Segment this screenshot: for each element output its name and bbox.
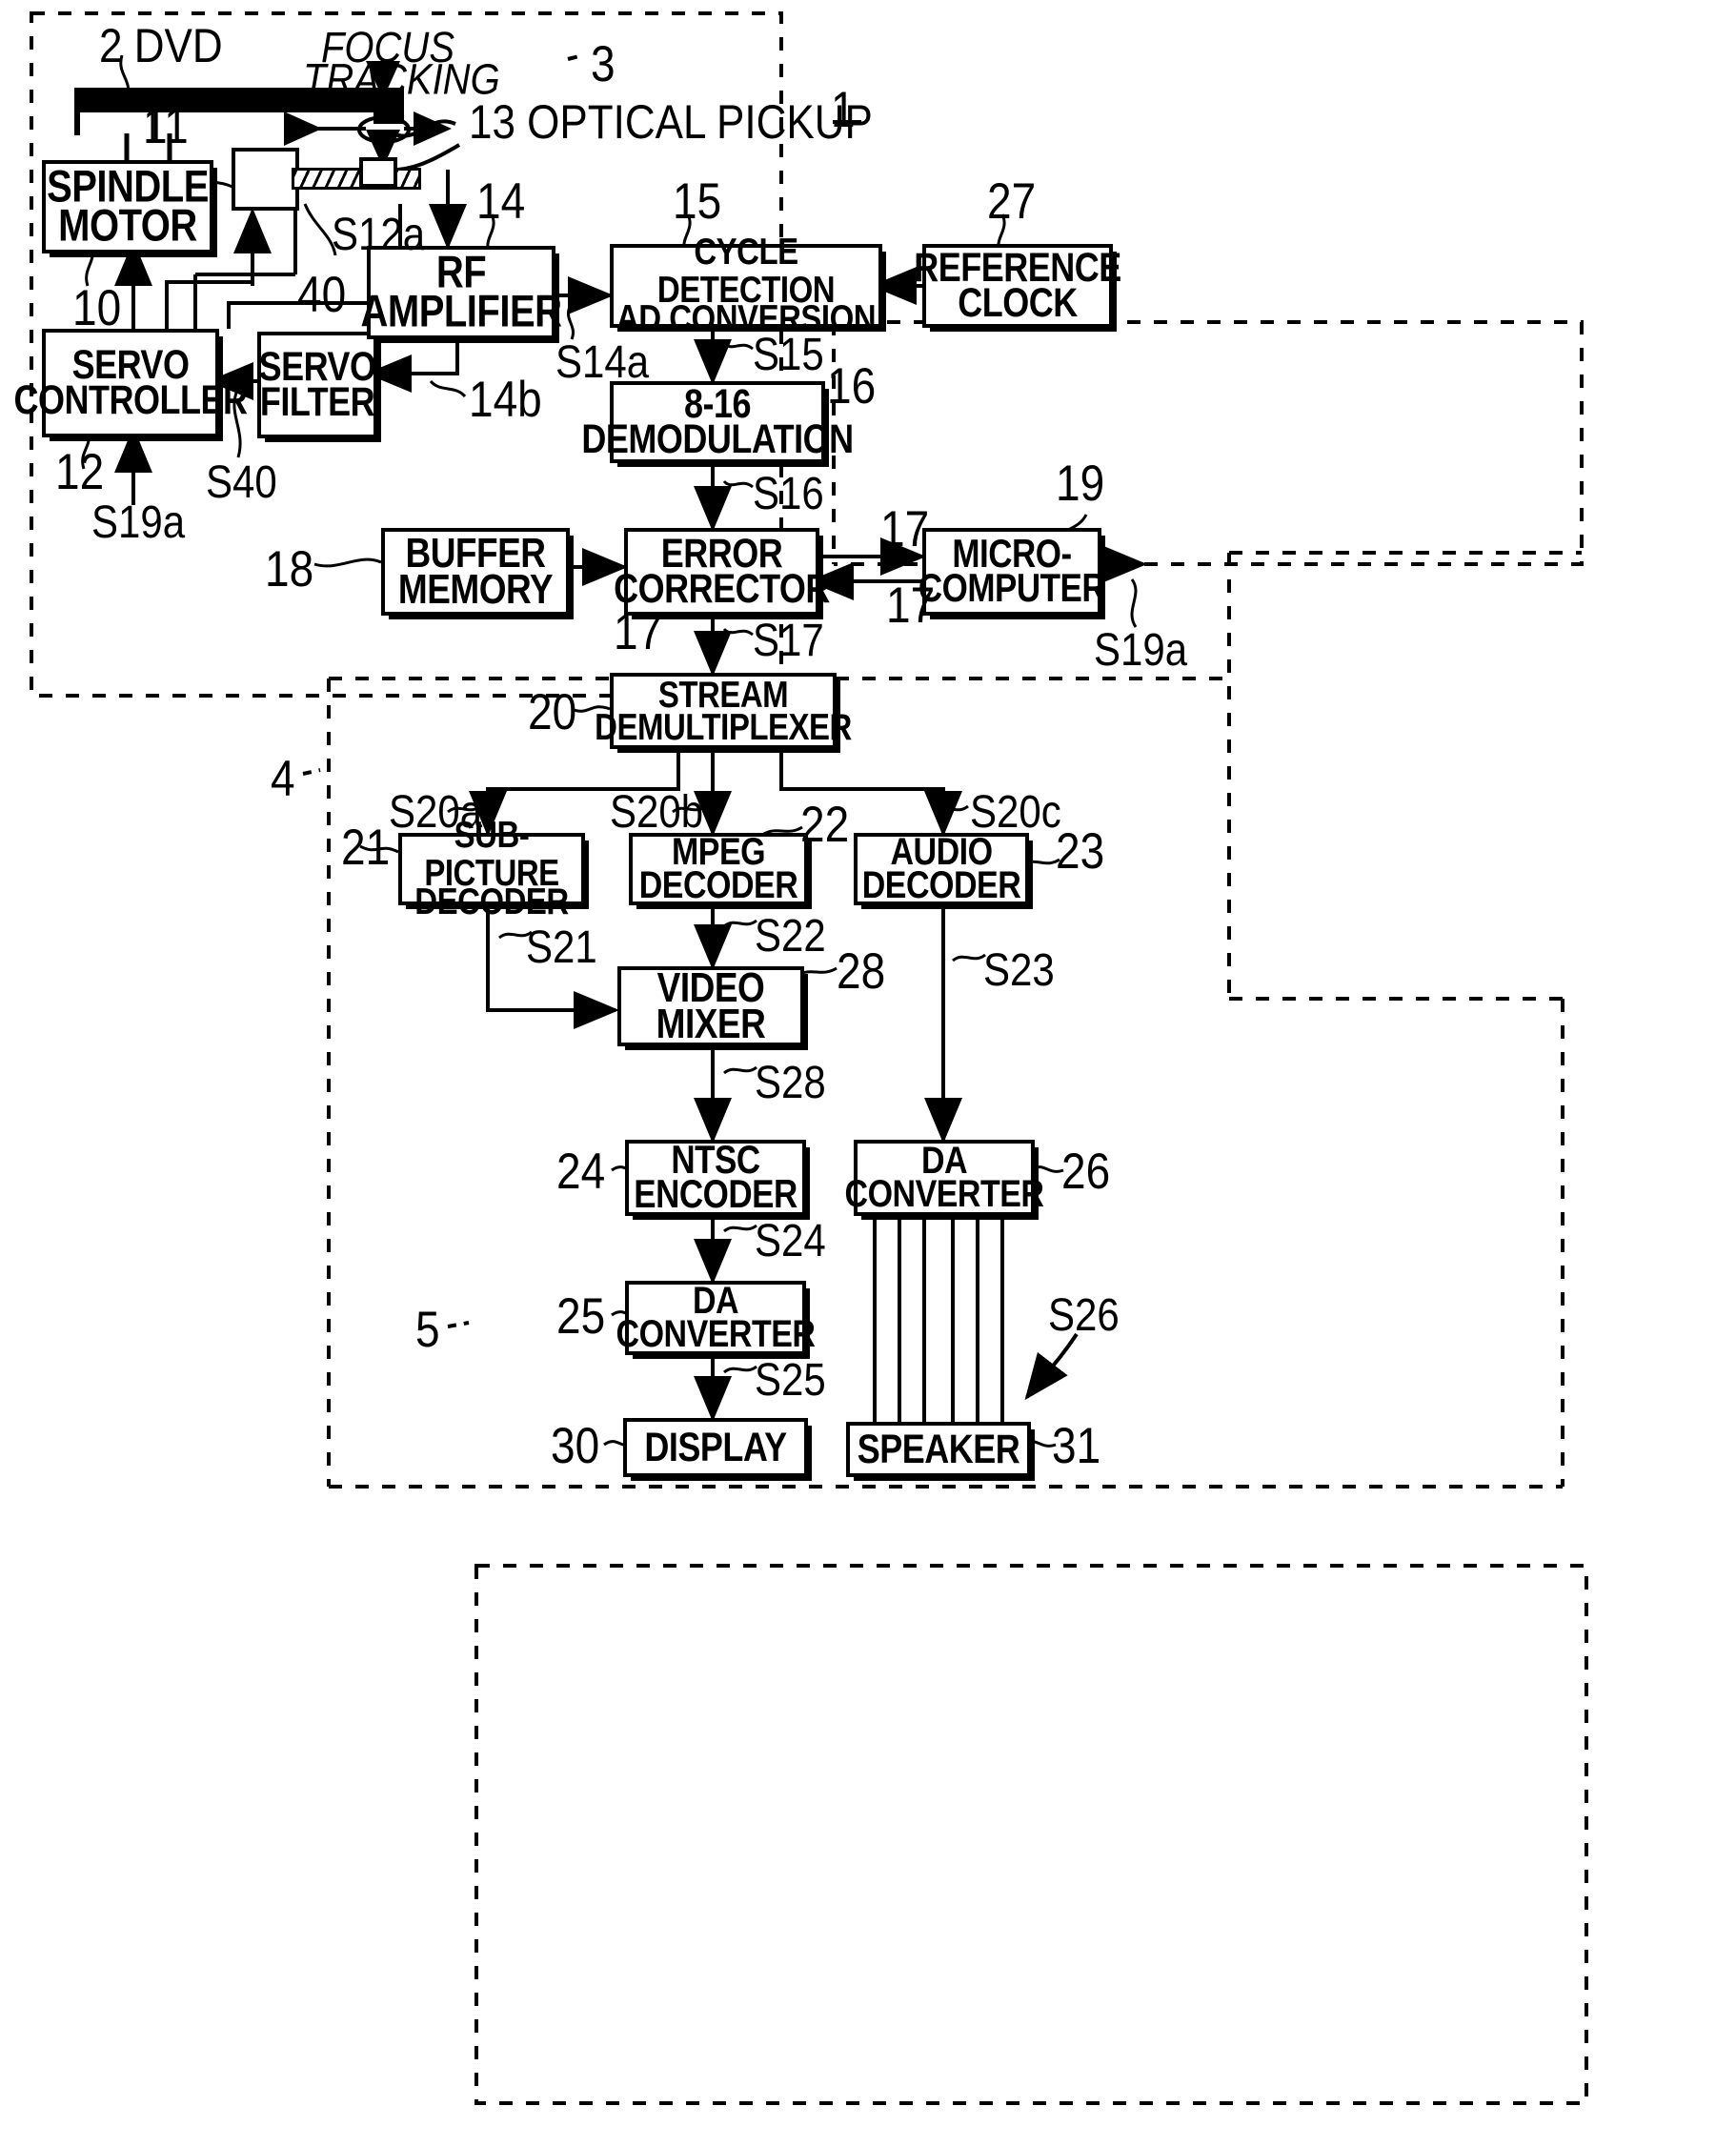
signal-s28: S28 bbox=[755, 1056, 826, 1108]
da25-line2: CONVERTER bbox=[616, 1312, 816, 1356]
block-spindle-motor[interactable]: SPINDLE MOTOR bbox=[42, 160, 213, 253]
video-mixer-line2: MIXER bbox=[656, 1001, 766, 1047]
signal-s19a-right: S19a bbox=[1094, 623, 1188, 676]
ref-11: 11 bbox=[143, 97, 189, 154]
block-sub-picture-decoder[interactable]: SUB-PICTURE DECODER bbox=[398, 815, 585, 920]
display-label: DISPLAY bbox=[644, 1423, 787, 1470]
speaker-label: SPEAKER bbox=[857, 1425, 1020, 1472]
spindle-motor-line2: MOTOR bbox=[58, 200, 197, 251]
cycle-detection-line2: AD CONVERSION bbox=[616, 296, 877, 339]
signal-s20c: S20c bbox=[970, 785, 1061, 838]
signal-s20a: S20a bbox=[389, 785, 483, 838]
ref-40: 40 bbox=[297, 266, 347, 323]
signal-s21: S21 bbox=[526, 921, 597, 973]
signal-s24: S24 bbox=[755, 1214, 826, 1266]
ref-24: 24 bbox=[556, 1143, 606, 1200]
block-display[interactable]: DISPLAY bbox=[623, 1418, 808, 1477]
sled-motor-box bbox=[232, 148, 299, 211]
ref-31: 31 bbox=[1052, 1417, 1101, 1474]
pickup-lens-icon bbox=[357, 115, 411, 144]
ref-3: 3 bbox=[591, 35, 616, 92]
block-servo-controller[interactable]: SERVO CONTROLLER bbox=[14, 329, 248, 437]
ref-5: 5 bbox=[415, 1301, 440, 1358]
ref-15: 15 bbox=[673, 172, 722, 230]
ref-19: 19 bbox=[1056, 455, 1105, 512]
da26-line2: CONVERTER bbox=[844, 1172, 1044, 1216]
reference-clock-line2: CLOCK bbox=[958, 279, 1078, 326]
block-video-mixer[interactable]: VIDEO MIXER bbox=[617, 966, 804, 1046]
servo-filter-line2: FILTER bbox=[259, 378, 375, 425]
signal-s40: S40 bbox=[206, 456, 277, 508]
signal-s14a: S14a bbox=[555, 335, 650, 388]
ref-20: 20 bbox=[528, 683, 577, 740]
block-speaker[interactable]: SPEAKER bbox=[846, 1422, 1031, 1477]
block-reference-clock[interactable]: REFERENCE CLOCK bbox=[914, 244, 1121, 328]
disc-left-edge bbox=[74, 88, 80, 135]
block-cycle-detection-ad-conversion[interactable]: CYCLE DETECTION AD CONVERSION bbox=[610, 232, 882, 336]
signal-s26: S26 bbox=[1048, 1288, 1120, 1341]
guide-rail bbox=[292, 168, 421, 190]
signal-s12a: S12a bbox=[332, 208, 426, 260]
ref-18: 18 bbox=[265, 540, 314, 598]
ref-10: 10 bbox=[72, 279, 122, 336]
ntsc-line2: ENCODER bbox=[634, 1172, 797, 1217]
audio-line2: DECODER bbox=[861, 863, 1021, 907]
microcomputer-line2: COMPUTER bbox=[918, 566, 1106, 611]
ref-17-bottom: 17 bbox=[886, 577, 936, 634]
signal-s16: S16 bbox=[753, 467, 824, 519]
mpeg-line2: DECODER bbox=[638, 863, 798, 907]
ref-12: 12 bbox=[55, 443, 105, 500]
ref-23: 23 bbox=[1056, 822, 1105, 880]
signal-s25: S25 bbox=[755, 1353, 826, 1406]
ref-1: 1 bbox=[831, 81, 856, 138]
patent-figure: SPINDLE MOTOR SERVO CONTROLLER SERVO FIL… bbox=[0, 0, 1736, 2147]
buffer-memory-line2: MEMORY bbox=[397, 566, 554, 613]
ref-28: 28 bbox=[837, 942, 886, 1000]
ref-14b: 14b bbox=[469, 371, 542, 428]
rf-amplifier-line2: AMPLIFIER bbox=[360, 286, 562, 336]
ref-17-left: 17 bbox=[614, 603, 663, 660]
signal-s19a-left: S19a bbox=[91, 496, 186, 548]
ref-21: 21 bbox=[341, 819, 391, 876]
block-servo-filter[interactable]: SERVO FILTER bbox=[257, 332, 377, 438]
block-audio-decoder[interactable]: AUDIO DECODER bbox=[854, 833, 1029, 905]
signal-s23: S23 bbox=[983, 943, 1055, 996]
servo-controller-line2: CONTROLLER bbox=[13, 376, 248, 423]
ref-16: 16 bbox=[827, 357, 877, 415]
block-buffer-memory[interactable]: BUFFER MEMORY bbox=[381, 528, 570, 616]
block-stream-demultiplexer[interactable]: STREAM DEMULTIPLEXER bbox=[595, 673, 852, 749]
stream-demux-line2: DEMULTIPLEXER bbox=[595, 705, 852, 748]
block-8-16-demodulation[interactable]: 8-16 DEMODULATION bbox=[581, 381, 854, 463]
sub-picture-line2: DECODER bbox=[414, 880, 569, 922]
ref-25: 25 bbox=[556, 1287, 606, 1345]
ref-4: 4 bbox=[271, 750, 295, 807]
dvd-caption: 2 DVD bbox=[99, 19, 223, 73]
ref-17-top: 17 bbox=[880, 500, 930, 557]
demodulation-line2: DEMODULATION bbox=[581, 415, 854, 462]
block-da-converter-video[interactable]: DA CONVERTER bbox=[616, 1281, 816, 1355]
block-mpeg-decoder[interactable]: MPEG DECODER bbox=[629, 833, 808, 905]
ref-30: 30 bbox=[551, 1417, 600, 1474]
pickup-lens-base bbox=[359, 157, 397, 188]
signal-s22: S22 bbox=[755, 909, 826, 962]
optical-pickup-caption: 13 OPTICAL PICKUP bbox=[469, 95, 873, 150]
signal-s15: S15 bbox=[753, 328, 824, 380]
block-ntsc-encoder[interactable]: NTSC ENCODER bbox=[625, 1140, 806, 1216]
block-microcomputer[interactable]: MICRO- COMPUTER bbox=[918, 528, 1106, 616]
ref-22: 22 bbox=[800, 796, 850, 853]
signal-s20b: S20b bbox=[610, 785, 704, 838]
signal-s17: S17 bbox=[753, 614, 824, 666]
ref-26: 26 bbox=[1061, 1143, 1111, 1200]
ref-14: 14 bbox=[476, 172, 526, 230]
ref-27: 27 bbox=[987, 172, 1037, 230]
block-da-converter-audio[interactable]: DA CONVERTER bbox=[845, 1140, 1044, 1216]
